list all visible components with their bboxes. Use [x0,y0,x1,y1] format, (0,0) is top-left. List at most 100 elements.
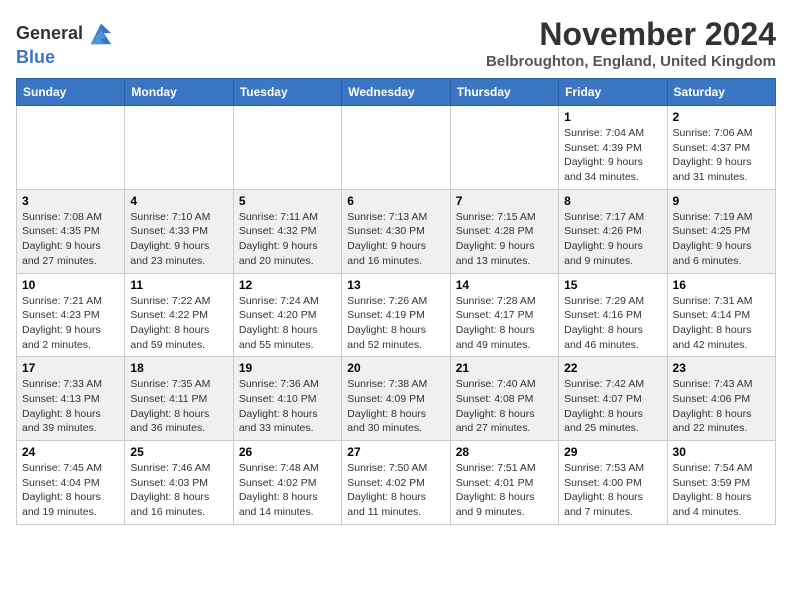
day-info: Sunrise: 7:19 AM Sunset: 4:25 PM Dayligh… [673,210,770,269]
day-number: 8 [564,194,661,208]
day-number: 28 [456,445,553,459]
day-info: Sunrise: 7:54 AM Sunset: 3:59 PM Dayligh… [673,461,770,520]
calendar-cell: 28 Sunrise: 7:51 AM Sunset: 4:01 PM Dayli… [450,441,558,525]
weekday-header-saturday: Saturday [667,79,775,106]
day-number: 30 [673,445,770,459]
location-subtitle: Belbroughton, England, United Kingdom [486,53,776,70]
calendar-cell [17,106,125,190]
calendar-cell: 14 Sunrise: 7:28 AM Sunset: 4:17 PM Dayli… [450,273,558,357]
calendar-cell: 18Sunrise: 7:35 AM Sunset: 4:11 PM Dayli… [125,357,233,441]
calendar-cell [342,106,450,190]
calendar-body: 1Sunrise: 7:04 AM Sunset: 4:39 PM Daylig… [17,106,776,525]
calendar-cell: 8Sunrise: 7:17 AM Sunset: 4:26 PM Daylig… [559,189,667,273]
day-info: Sunrise: 7:13 AM Sunset: 4:30 PM Dayligh… [347,210,444,269]
day-number: 7 [456,194,553,208]
title-area: November 2024 Belbroughton, England, Uni… [486,16,776,70]
calendar-week-1: 1Sunrise: 7:04 AM Sunset: 4:39 PM Daylig… [17,106,776,190]
day-number: 17 [22,361,119,375]
calendar-cell: 26 Sunrise: 7:48 AM Sunset: 4:02 PM Dayli… [233,441,341,525]
calendar-week-2: 3Sunrise: 7:08 AM Sunset: 4:35 PM Daylig… [17,189,776,273]
day-info: Sunrise: 7:36 AM Sunset: 4:10 PM Dayligh… [239,377,336,436]
calendar-cell: 30 Sunrise: 7:54 AM Sunset: 3:59 PM Dayli… [667,441,775,525]
weekday-header-tuesday: Tuesday [233,79,341,106]
day-info: Sunrise: 7:28 AM Sunset: 4:17 PM Dayligh… [456,294,553,353]
calendar-cell: 9 Sunrise: 7:19 AM Sunset: 4:25 PM Daylig… [667,189,775,273]
day-info: Sunrise: 7:38 AM Sunset: 4:09 PM Dayligh… [347,377,444,436]
day-info: Sunrise: 7:26 AM Sunset: 4:19 PM Dayligh… [347,294,444,353]
day-number: 6 [347,194,444,208]
calendar-week-3: 10Sunrise: 7:21 AM Sunset: 4:23 PM Dayli… [17,273,776,357]
day-number: 26 [239,445,336,459]
calendar-cell: 10Sunrise: 7:21 AM Sunset: 4:23 PM Dayli… [17,273,125,357]
day-number: 29 [564,445,661,459]
calendar-week-5: 24Sunrise: 7:45 AM Sunset: 4:04 PM Dayli… [17,441,776,525]
calendar-cell: 2 Sunrise: 7:06 AM Sunset: 4:37 PM Daylig… [667,106,775,190]
day-number: 1 [564,110,661,124]
day-info: Sunrise: 7:50 AM Sunset: 4:02 PM Dayligh… [347,461,444,520]
day-info: Sunrise: 7:33 AM Sunset: 4:13 PM Dayligh… [22,377,119,436]
day-info: Sunrise: 7:15 AM Sunset: 4:28 PM Dayligh… [456,210,553,269]
day-info: Sunrise: 7:10 AM Sunset: 4:33 PM Dayligh… [130,210,227,269]
day-info: Sunrise: 7:42 AM Sunset: 4:07 PM Dayligh… [564,377,661,436]
day-info: Sunrise: 7:46 AM Sunset: 4:03 PM Dayligh… [130,461,227,520]
calendar-cell: 25Sunrise: 7:46 AM Sunset: 4:03 PM Dayli… [125,441,233,525]
logo-text-line2: Blue [16,47,55,67]
calendar-cell: 21Sunrise: 7:40 AM Sunset: 4:08 PM Dayli… [450,357,558,441]
day-info: Sunrise: 7:21 AM Sunset: 4:23 PM Dayligh… [22,294,119,353]
day-number: 4 [130,194,227,208]
header: General Blue November 2024 Belbroughton,… [16,16,776,70]
calendar-cell: 11Sunrise: 7:22 AM Sunset: 4:22 PM Dayli… [125,273,233,357]
day-info: Sunrise: 7:06 AM Sunset: 4:37 PM Dayligh… [673,126,770,185]
calendar-cell: 13 Sunrise: 7:26 AM Sunset: 4:19 PM Dayli… [342,273,450,357]
calendar-week-4: 17 Sunrise: 7:33 AM Sunset: 4:13 PM Dayli… [17,357,776,441]
calendar-cell: 15 Sunrise: 7:29 AM Sunset: 4:16 PM Dayli… [559,273,667,357]
calendar-cell [125,106,233,190]
weekday-header-friday: Friday [559,79,667,106]
calendar-cell: 22 Sunrise: 7:42 AM Sunset: 4:07 PM Dayli… [559,357,667,441]
day-number: 22 [564,361,661,375]
day-number: 20 [347,361,444,375]
logo: General Blue [16,20,115,68]
month-title: November 2024 [486,16,776,53]
calendar-cell: 19 Sunrise: 7:36 AM Sunset: 4:10 PM Dayli… [233,357,341,441]
calendar-cell: 12Sunrise: 7:24 AM Sunset: 4:20 PM Dayli… [233,273,341,357]
day-number: 27 [347,445,444,459]
day-info: Sunrise: 7:51 AM Sunset: 4:01 PM Dayligh… [456,461,553,520]
logo-icon [87,20,115,48]
weekday-header-thursday: Thursday [450,79,558,106]
day-info: Sunrise: 7:45 AM Sunset: 4:04 PM Dayligh… [22,461,119,520]
calendar-cell: 1Sunrise: 7:04 AM Sunset: 4:39 PM Daylig… [559,106,667,190]
day-number: 13 [347,278,444,292]
day-info: Sunrise: 7:35 AM Sunset: 4:11 PM Dayligh… [130,377,227,436]
calendar-cell: 24Sunrise: 7:45 AM Sunset: 4:04 PM Dayli… [17,441,125,525]
day-info: Sunrise: 7:11 AM Sunset: 4:32 PM Dayligh… [239,210,336,269]
calendar-cell: 4 Sunrise: 7:10 AM Sunset: 4:33 PM Daylig… [125,189,233,273]
day-number: 9 [673,194,770,208]
day-number: 2 [673,110,770,124]
day-info: Sunrise: 7:53 AM Sunset: 4:00 PM Dayligh… [564,461,661,520]
calendar-cell [450,106,558,190]
day-number: 3 [22,194,119,208]
day-number: 19 [239,361,336,375]
day-number: 23 [673,361,770,375]
calendar-cell: 23 Sunrise: 7:43 AM Sunset: 4:06 PM Dayli… [667,357,775,441]
calendar-cell: 16Sunrise: 7:31 AM Sunset: 4:14 PM Dayli… [667,273,775,357]
calendar-cell: 3Sunrise: 7:08 AM Sunset: 4:35 PM Daylig… [17,189,125,273]
day-number: 5 [239,194,336,208]
weekday-header-sunday: Sunday [17,79,125,106]
weekday-header-wednesday: Wednesday [342,79,450,106]
logo-text-line1: General [16,24,83,44]
day-number: 12 [239,278,336,292]
day-number: 15 [564,278,661,292]
day-info: Sunrise: 7:22 AM Sunset: 4:22 PM Dayligh… [130,294,227,353]
calendar-cell: 6 Sunrise: 7:13 AM Sunset: 4:30 PM Daylig… [342,189,450,273]
day-info: Sunrise: 7:29 AM Sunset: 4:16 PM Dayligh… [564,294,661,353]
weekday-header-monday: Monday [125,79,233,106]
day-number: 14 [456,278,553,292]
day-info: Sunrise: 7:43 AM Sunset: 4:06 PM Dayligh… [673,377,770,436]
calendar-cell: 20 Sunrise: 7:38 AM Sunset: 4:09 PM Dayli… [342,357,450,441]
day-number: 16 [673,278,770,292]
calendar: SundayMondayTuesdayWednesdayThursdayFrid… [16,78,776,525]
day-info: Sunrise: 7:48 AM Sunset: 4:02 PM Dayligh… [239,461,336,520]
calendar-cell [233,106,341,190]
